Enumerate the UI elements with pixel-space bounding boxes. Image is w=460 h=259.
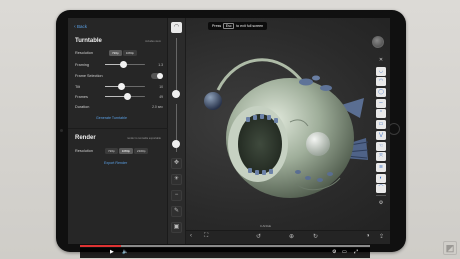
turntable-resolution-label: Resolution — [75, 50, 93, 55]
fullscreen-toast: Press Esc to exit full screen — [208, 22, 268, 30]
frames-row: Frames 49 — [75, 93, 163, 100]
object-name: 0.ANGE — [260, 224, 272, 228]
frame-selection-row: Frame Selection — [75, 72, 163, 79]
render-res-2160p[interactable]: 2160p — [134, 147, 149, 154]
video-progress-fill — [80, 245, 121, 247]
close-x-icon[interactable]: ✕ — [376, 56, 386, 65]
toast-prefix: Press — [212, 24, 222, 28]
frames-label: Frames — [75, 94, 88, 99]
share-icon[interactable]: ⇪ — [379, 233, 384, 240]
bottom-bar: ‹ ⛶ ↺ ⊕ ↻ ◑ ⇪ — [186, 230, 390, 244]
frames-slider[interactable] — [105, 93, 145, 100]
tilt-row: Tilt 10 — [75, 83, 163, 90]
brush-mask-icon[interactable]: ◐ — [376, 173, 386, 183]
duration-value: 2.0 sec — [152, 104, 163, 109]
framing-slider[interactable] — [105, 61, 145, 68]
render-note: render to tunnable exportable — [127, 137, 161, 140]
section-divider — [68, 128, 168, 129]
camera-dot — [60, 129, 63, 132]
frames-knob[interactable] — [124, 93, 131, 100]
size-slider-knob[interactable] — [172, 90, 180, 98]
brush-move-icon[interactable]: ⤧ — [376, 152, 386, 162]
fullscreen-icon[interactable]: ⤢ — [354, 249, 358, 255]
frames-value: 49 — [159, 94, 163, 99]
lightbulb-icon[interactable]: ☀ — [171, 174, 182, 185]
back-label: Back — [76, 24, 87, 29]
brush-crease-icon[interactable]: ⋁ — [376, 130, 386, 140]
turntable-icon[interactable]: ◠ — [171, 22, 182, 33]
video-controls: ▶ 🔈 ⚙ ▭ ⤢ — [80, 244, 370, 258]
strength-slider-knob[interactable] — [172, 140, 180, 148]
tilt-label: Tilt — [75, 84, 80, 89]
toolbar-divider — [376, 195, 386, 197]
export-render-button[interactable]: Export Render — [104, 161, 127, 165]
minus-icon[interactable]: − — [171, 190, 182, 201]
turntable-note: includes stem — [145, 40, 161, 43]
brush-pinch-icon[interactable]: ⌃ — [376, 109, 386, 119]
framing-knob[interactable] — [120, 61, 127, 68]
toast-key: Esc — [223, 23, 235, 29]
brush-grab-icon[interactable]: ☜ — [376, 141, 386, 151]
turntable-res-1080p[interactable]: 1080p — [122, 49, 138, 56]
render-resolution-label: Resolution — [75, 148, 93, 153]
brush-toolbar: ✕ ◡ ◠ ◯ ∼ ⌃ ▭ ⋁ ☜ ⤧ ≋ ◐ ⌒ ⚙ — [376, 56, 386, 210]
generate-turntable-button[interactable]: Generate Turntable — [96, 116, 127, 120]
move-icon[interactable]: ✥ — [171, 158, 182, 169]
render-title: Render — [75, 135, 96, 141]
video-control-strip: ▶ 🔈 ⚙ ▭ ⤢ — [80, 248, 370, 258]
pen-icon[interactable]: ✎ — [171, 206, 182, 217]
framing-value: 1.3 — [158, 62, 163, 67]
brush-clay-icon[interactable]: ◠ — [376, 77, 386, 87]
render-res-720p[interactable]: 720p — [105, 147, 118, 154]
framing-label: Framing — [75, 62, 89, 67]
frame-selection-toggle[interactable] — [151, 72, 163, 79]
tilt-value: 10 — [159, 84, 163, 89]
toast-suffix: to exit full screen — [236, 24, 264, 28]
framing-row: Framing 1.3 — [75, 61, 163, 68]
page-background: Press Esc to exit full screen ‹ Back Tur… — [0, 0, 460, 259]
watermark-icon: ◩ — [443, 241, 457, 255]
brush-layer-icon[interactable]: ≋ — [376, 162, 386, 172]
render-sphere-icon[interactable]: ◑ — [366, 233, 370, 239]
collapse-left-icon[interactable]: ‹ — [190, 233, 192, 239]
app-screen: Press Esc to exit full screen ‹ Back Tur… — [68, 18, 390, 244]
play-icon[interactable]: ▶ — [110, 249, 114, 255]
brush-inflate-icon[interactable]: ◯ — [376, 88, 386, 98]
settings-gear-icon[interactable]: ⚙ — [332, 249, 336, 255]
camera-icon[interactable]: ▣ — [171, 222, 182, 233]
render-resolution-segment[interactable]: 720p 1080p 2160p — [105, 147, 149, 154]
center-icon[interactable]: ⊕ — [289, 233, 294, 240]
brush-flatten-icon[interactable]: ▭ — [376, 120, 386, 130]
brush-smooth-icon[interactable]: ∼ — [376, 98, 386, 108]
brush-trim-icon[interactable]: ⌒ — [376, 184, 386, 194]
volume-icon[interactable]: 🔈 — [122, 249, 128, 255]
tilt-knob[interactable] — [118, 83, 125, 90]
frame-selection-label: Frame Selection — [75, 73, 103, 78]
miniplayer-icon[interactable]: ▭ — [342, 249, 347, 255]
duration-row: Duration 2.0 sec — [75, 103, 163, 110]
frame-icon[interactable]: ⛶ — [204, 233, 208, 240]
chevron-left-icon: ‹ — [74, 24, 76, 30]
video-progress-bar[interactable] — [80, 245, 370, 247]
view-cube-icon[interactable] — [372, 36, 384, 48]
render-resolution-row: Resolution 720p 1080p 2160p — [75, 147, 163, 154]
tilt-slider[interactable] — [105, 83, 145, 90]
turntable-title: Turntable — [75, 38, 102, 44]
undo-icon[interactable]: ↺ — [256, 233, 261, 240]
turntable-resolution-segment[interactable]: 720p 1080p — [109, 49, 138, 56]
turntable-res-720p[interactable]: 720p — [109, 49, 122, 56]
back-button[interactable]: ‹ Back — [74, 24, 87, 30]
tool-column: ◠ ✥ ☀ − ✎ ▣ — [168, 18, 186, 244]
settings-icon[interactable]: ⚙ — [376, 199, 386, 208]
settings-panel: ‹ Back Turntable includes stem Resolutio… — [68, 18, 168, 244]
size-slider-track[interactable] — [176, 38, 177, 98]
brush-standard-icon[interactable]: ◡ — [376, 66, 386, 76]
render-res-1080p[interactable]: 1080p — [118, 147, 134, 154]
redo-icon[interactable]: ↻ — [313, 233, 318, 240]
turntable-resolution-row: Resolution 720p 1080p — [75, 49, 163, 56]
ipad-frame: Press Esc to exit full screen ‹ Back Tur… — [56, 10, 406, 252]
duration-label: Duration — [75, 104, 90, 109]
